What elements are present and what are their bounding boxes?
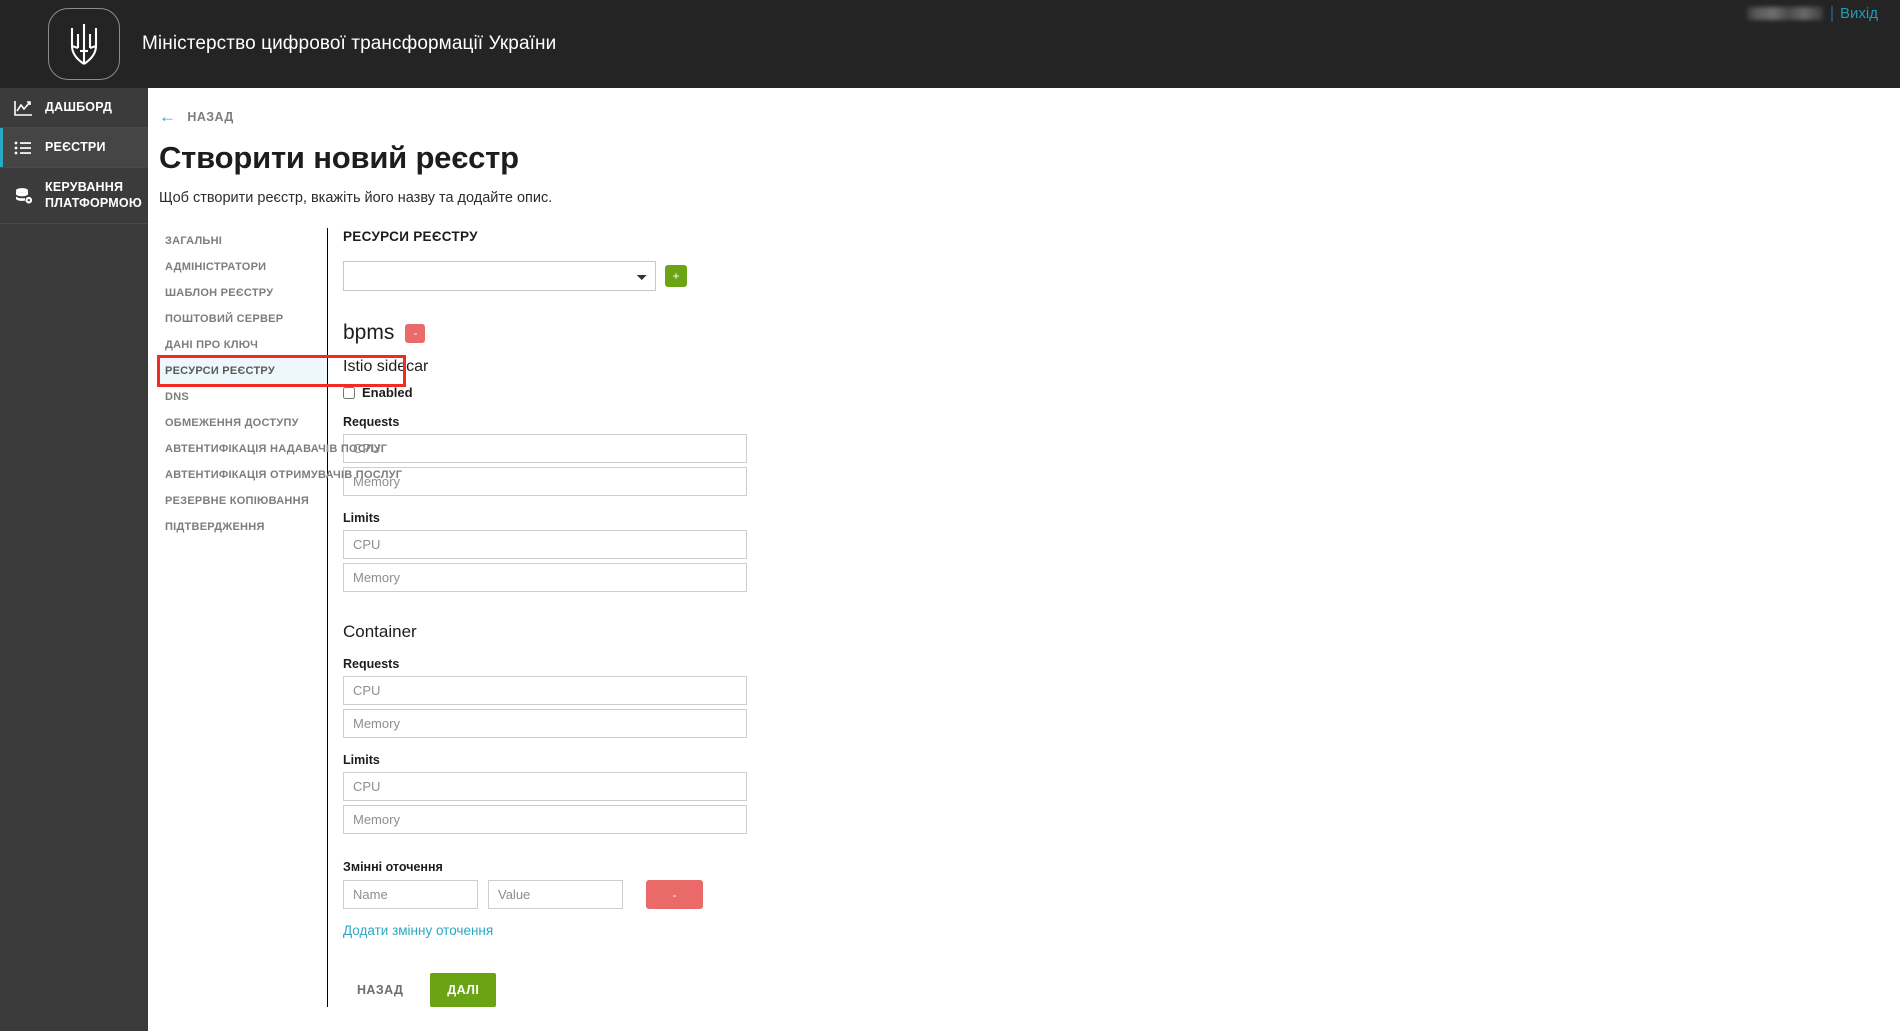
env-vars-title: Змінні оточення (343, 860, 443, 874)
back-link[interactable]: ← НАЗАД (159, 108, 1900, 125)
wizard-body: ЗАГАЛЬНІ АДМІНІСТРАТОРИ ШАБЛОН РЕЄСТРУ П… (148, 228, 1900, 1007)
logout-link[interactable]: Вихід (1840, 5, 1878, 22)
env-var-value-input[interactable] (488, 880, 623, 909)
section-title: РЕСУРСИ РЕЄСТРУ (343, 229, 478, 244)
step-item-mail-server[interactable]: ПОШТОВИЙ СЕРВЕР (159, 306, 327, 332)
container-limits-memory-input[interactable] (343, 805, 747, 834)
divider (1831, 5, 1834, 22)
env-var-row: - (343, 880, 747, 909)
sidebar-item-registries[interactable]: РЕЄСТРИ (0, 128, 148, 168)
container-limits-label: Limits (343, 753, 380, 767)
step-wrap: РЕЗЕРВНЕ КОПІЮВАННЯ (159, 488, 327, 514)
app-header: Міністерство цифрової трансформації Укра… (0, 0, 1900, 88)
container-requests-cpu-input[interactable] (343, 676, 747, 705)
step-wrap: ПІДТВЕРДЖЕННЯ (159, 514, 327, 540)
step-item-general[interactable]: ЗАГАЛЬНІ (159, 228, 327, 254)
add-env-var-link[interactable]: Додати змінну оточення (343, 923, 493, 938)
istio-enabled-checkbox[interactable] (343, 386, 355, 399)
step-item-access-restrictions[interactable]: ОБМЕЖЕННЯ ДОСТУПУ (159, 410, 327, 436)
istio-requests-label: Requests (343, 415, 400, 429)
header-user-area: Вихід (1747, 5, 1878, 22)
wizard-steps: ЗАГАЛЬНІ АДМІНІСТРАТОРИ ШАБЛОН РЕЄСТРУ П… (148, 228, 406, 1007)
step-item-provider-auth[interactable]: АВТЕНТИФІКАЦІЯ НАДАВАЧІВ ПОСЛУГ (159, 436, 387, 462)
arrow-left-icon: ← (159, 107, 177, 126)
sidebar-item-label: ДАШБОРД (45, 99, 113, 114)
ukraine-trident-icon (48, 8, 120, 80)
step-wrap: ОБМЕЖЕННЯ ДОСТУПУ (159, 410, 327, 436)
step-item-administrators[interactable]: АДМІНІСТРАТОРИ (159, 254, 327, 280)
step-wrap: АВТЕНТИФІКАЦІЯ НАДАВАЧІВ ПОСЛУГ (159, 436, 387, 462)
footer-next-button[interactable]: ДАЛІ (430, 973, 497, 1007)
step-item-dns[interactable]: DNS (159, 384, 327, 410)
container-limits-cpu-input[interactable] (343, 772, 747, 801)
step-item-registry-template[interactable]: ШАБЛОН РЕЄСТРУ (159, 280, 327, 306)
form-footer: НАЗАД ДАЛІ (343, 973, 747, 1007)
step-wrap: ПОШТОВИЙ СЕРВЕР (159, 306, 327, 332)
remove-resource-button[interactable]: - (405, 323, 426, 343)
footer-back-button[interactable]: НАЗАД (343, 974, 417, 1006)
istio-enabled-label: Enabled (362, 385, 413, 400)
container-title: Container (343, 622, 417, 641)
chart-icon (14, 100, 36, 116)
istio-requests-memory-input[interactable] (343, 467, 747, 496)
resource-name: bpms (343, 321, 395, 344)
page-subtitle: Щоб створити реєстр, вкажіть його назву … (159, 190, 553, 206)
step-wrap: ШАБЛОН РЕЄСТРУ (159, 280, 327, 306)
step-wrap-highlighted: РЕСУРСИ РЕЄСТРУ (157, 355, 406, 387)
database-gear-icon (14, 187, 36, 205)
page-title: Створити новий реєстр (159, 140, 519, 175)
istio-limits-cpu-input[interactable] (343, 530, 747, 559)
istio-limits-memory-input[interactable] (343, 563, 747, 592)
env-var-name-input[interactable] (343, 880, 478, 909)
back-link-label: НАЗАД (187, 109, 234, 124)
step-item-confirmation[interactable]: ПІДТВЕРДЖЕННЯ (159, 514, 327, 540)
sidebar-item-label: РЕЄСТРИ (45, 139, 106, 154)
step-wrap: DNS (159, 384, 327, 410)
remove-env-var-button[interactable]: - (646, 880, 703, 909)
step-wrap: ЗАГАЛЬНІ (159, 228, 327, 254)
resource-select-row: + (343, 261, 747, 291)
istio-enabled-row: Enabled (343, 385, 747, 400)
sidebar-item-label: КЕРУВАННЯ ПЛАТФОРМОЮ (45, 179, 142, 210)
add-resource-button[interactable]: + (665, 265, 687, 287)
step-item-key-data[interactable]: ДАНІ ПРО КЛЮЧ (159, 332, 327, 358)
istio-requests-cpu-input[interactable] (343, 434, 747, 463)
user-name-redacted (1747, 7, 1824, 20)
list-icon (14, 141, 36, 155)
resource-select[interactable] (343, 261, 656, 291)
sidebar-item-dashboard[interactable]: ДАШБОРД (0, 88, 148, 128)
container-requests-memory-input[interactable] (343, 709, 747, 738)
brand-title: Міністерство цифрової трансформації Укра… (142, 33, 557, 54)
main-sidebar: ДАШБОРД РЕЄСТРИ КЕРУВАННЯ ПЛАТФОРМОЮ (0, 88, 148, 1031)
resources-form: РЕСУРСИ РЕЄСТРУ + bpms - Istio sidecar E… (328, 228, 747, 1007)
step-wrap: АВТЕНТИФІКАЦІЯ ОТРИМУВАЧІВ ПОСЛУГ (159, 462, 402, 488)
sidebar-item-platform-management[interactable]: КЕРУВАННЯ ПЛАТФОРМОЮ (0, 168, 148, 224)
step-wrap: ДАНІ ПРО КЛЮЧ (159, 332, 327, 358)
step-wrap: АДМІНІСТРАТОРИ (159, 254, 327, 280)
container-requests-label: Requests (343, 657, 400, 671)
step-item-backup[interactable]: РЕЗЕРВНЕ КОПІЮВАННЯ (159, 488, 327, 514)
istio-limits-label: Limits (343, 511, 380, 525)
step-item-registry-resources[interactable]: РЕСУРСИ РЕЄСТРУ (159, 358, 327, 384)
resource-header: bpms - (343, 321, 747, 345)
step-item-recipient-auth[interactable]: АВТЕНТИФІКАЦІЯ ОТРИМУВАЧІВ ПОСЛУГ (159, 462, 402, 488)
main-content: ← НАЗАД Створити новий реєстр Щоб створи… (148, 88, 1900, 1031)
istio-sidecar-title: Istio sidecar (343, 358, 429, 375)
